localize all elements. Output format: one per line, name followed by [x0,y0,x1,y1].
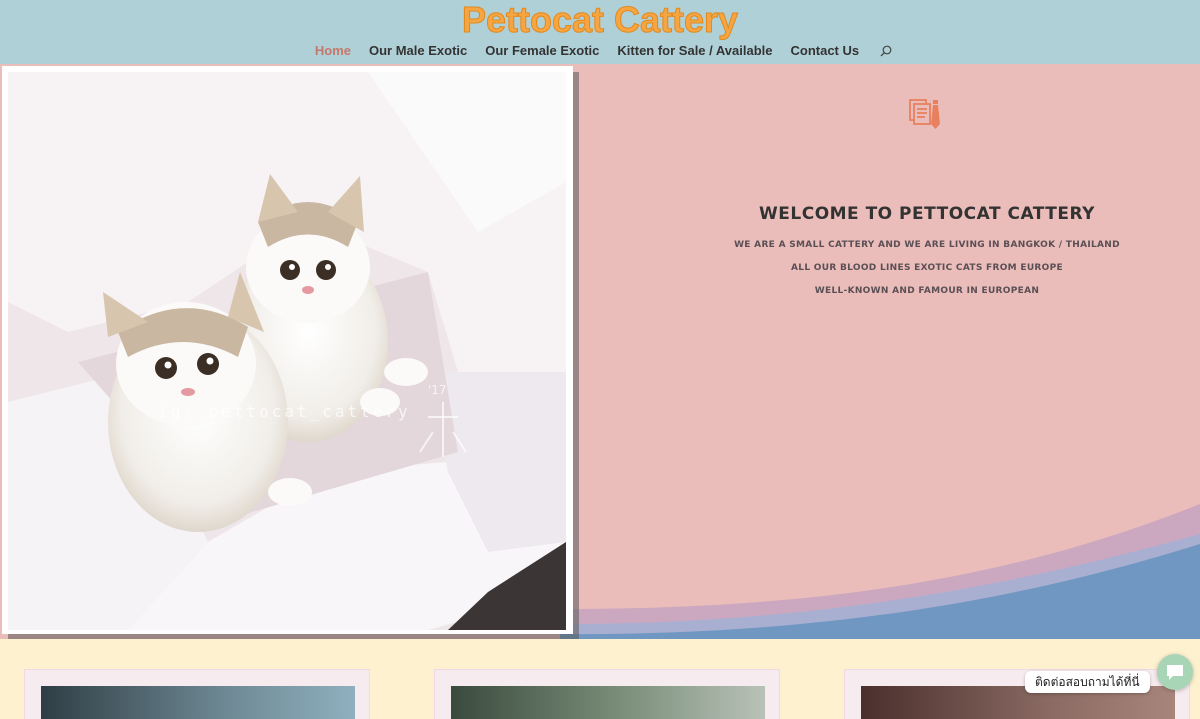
card-image-2 [451,686,765,719]
chat-bubble-icon[interactable] [1157,654,1193,690]
tagline-line-3: WELL-KNOWN AND FAMOUR IN EUROPEAN [814,286,1040,296]
kittens-photo: ig: pettocat_cattery '17 [8,72,566,630]
welcome-heading: WELCOME TO PETTOCAT CATTERY [759,204,1095,224]
nav-item-female-exotic[interactable]: Our Female Exotic [476,42,608,60]
document-tie-icon [909,99,940,129]
nav-item-home[interactable]: Home [306,42,360,60]
card-2[interactable] [434,669,780,719]
main-nav: Home Our Male Exotic Our Female Exotic K… [0,42,1200,60]
nav-item-kitten-for-sale[interactable]: Kitten for Sale / Available [608,42,781,60]
search-icon[interactable] [878,42,894,60]
photo-watermark: ig: pettocat_cattery [158,402,411,421]
site-logo[interactable]: Pettocat Cattery [0,0,1200,40]
site-header: Pettocat Cattery Home Our Male Exotic Ou… [0,0,1200,64]
card-image-1 [41,686,355,719]
chat-label[interactable]: ติดต่อสอบถามได้ที่นี่ [1025,671,1150,693]
tagline-line-2: ALL OUR BLOOD LINES EXOTIC CATS FROM EUR… [791,263,1063,273]
tagline-line-1: WE ARE A SMALL CATTERY AND WE ARE LIVING… [734,240,1120,250]
hero-section: ig: pettocat_cattery '17 WELCOME TO PETT… [0,64,1200,639]
card-1[interactable] [24,669,370,719]
nav-item-male-exotic[interactable]: Our Male Exotic [360,42,476,60]
photo-year: '17 [428,383,447,397]
nav-item-contact-us[interactable]: Contact Us [782,42,869,60]
kittens-photo-frame: ig: pettocat_cattery '17 [2,66,573,634]
featured-cards [0,639,1200,719]
kittens-illustration: ig: pettocat_cattery '17 [8,72,566,630]
